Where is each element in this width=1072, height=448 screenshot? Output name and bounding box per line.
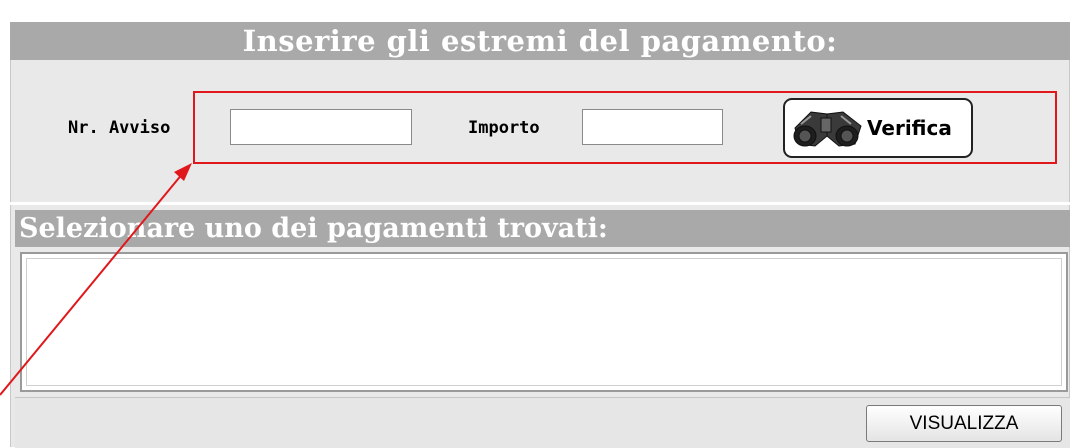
- payment-details-header: Inserire gli estremi del pagamento:: [10, 22, 1070, 60]
- avviso-label: Nr. Avviso: [68, 118, 171, 138]
- payments-list[interactable]: [20, 252, 1068, 392]
- payments-list-area: [26, 258, 1062, 386]
- annotation-highlight-box: [193, 91, 1057, 164]
- results-header: Selezionare uno dei pagamenti trovati:: [15, 210, 1070, 247]
- visualizza-button[interactable]: VISUALIZZA: [866, 405, 1062, 442]
